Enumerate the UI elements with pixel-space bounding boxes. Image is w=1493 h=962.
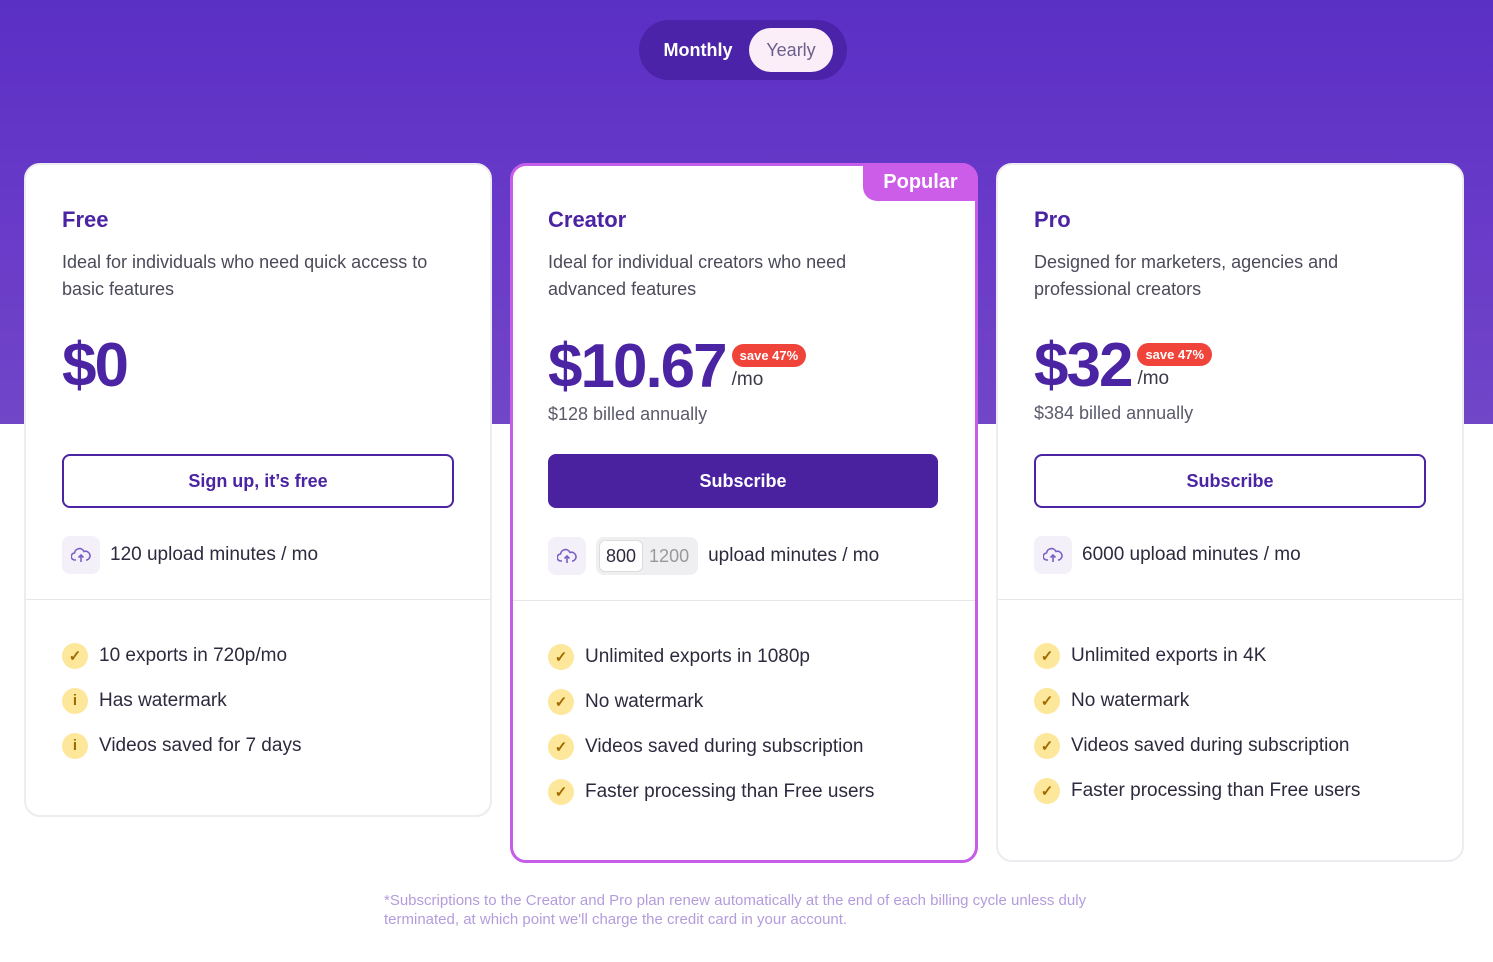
- cloud-upload-icon: [548, 537, 586, 575]
- check-icon: ✓: [548, 688, 574, 715]
- toggle-yearly[interactable]: Yearly: [749, 28, 833, 72]
- feature-list: ✓ Unlimited exports in 1080p ✓ No waterm…: [548, 634, 874, 814]
- popular-badge: Popular: [863, 163, 978, 201]
- upload-minutes-text: 120 upload minutes / mo: [110, 544, 319, 565]
- feature-text: Has watermark: [99, 689, 227, 711]
- feature-text: 10 exports in 720p/mo: [99, 644, 288, 666]
- feature-list: ✓ Unlimited exports in 4K ✓ No watermark…: [1034, 633, 1360, 813]
- price-row: $0: [62, 331, 129, 400]
- feature-item: i Has watermark: [62, 678, 301, 723]
- billing-period-toggle[interactable]: Monthly Yearly: [639, 20, 847, 80]
- toggle-monthly[interactable]: Monthly: [647, 28, 749, 72]
- check-icon: ✓: [548, 643, 574, 670]
- plan-price: $0: [62, 331, 129, 400]
- check-icon: ✓: [1034, 777, 1060, 804]
- check-icon: ✓: [548, 733, 574, 760]
- feature-item: ✓ Unlimited exports in 4K: [1034, 633, 1360, 678]
- feature-item: ✓ Faster processing than Free users: [548, 769, 874, 814]
- feature-item: i Videos saved for 7 days: [62, 723, 301, 768]
- billed-annually: $384 billed annually: [1034, 403, 1194, 423]
- per-period: /mo: [1137, 368, 1170, 389]
- per-period: /mo: [731, 369, 764, 390]
- plan-description: Designed for marketers, agencies and pro…: [1034, 252, 1339, 299]
- feature-item: ✓ No watermark: [1034, 678, 1360, 723]
- upload-minutes-text: upload minutes / mo: [708, 545, 880, 566]
- feature-text: Videos saved during subscription: [1071, 734, 1350, 756]
- price-side: save 47% /mo: [1137, 343, 1213, 390]
- feature-text: Unlimited exports in 1080p: [585, 645, 810, 667]
- divider: [998, 599, 1462, 600]
- plan-card-pro: Pro Designed for marketers, agencies and…: [996, 163, 1464, 862]
- feature-text: Faster processing than Free users: [585, 780, 875, 802]
- signup-button[interactable]: Sign up, it’s free: [62, 454, 454, 508]
- price-row: $32 save 47% /mo: [1034, 331, 1213, 400]
- billed-annually: $128 billed annually: [548, 404, 708, 424]
- plan-name: Creator: [548, 207, 627, 232]
- feature-text: Unlimited exports in 4K: [1071, 644, 1267, 666]
- cloud-upload-icon: [62, 536, 100, 574]
- save-badge: save 47%: [1137, 343, 1213, 366]
- feature-item: ✓ Unlimited exports in 1080p: [548, 634, 874, 679]
- subscribe-button[interactable]: Subscribe: [1034, 454, 1426, 508]
- plan-card-free: Free Ideal for individuals who need quic…: [24, 163, 492, 817]
- plan-name: Pro: [1034, 207, 1071, 232]
- plan-price: $32: [1034, 331, 1133, 400]
- info-icon: i: [62, 687, 88, 714]
- plan-description: Ideal for individuals who need quick acc…: [62, 252, 428, 299]
- divider: [26, 599, 490, 600]
- feature-item: ✓ No watermark: [548, 679, 874, 724]
- cloud-upload-icon: [1034, 536, 1072, 574]
- minutes-option-1200[interactable]: 1200: [643, 540, 695, 572]
- upload-minutes-row: 120 upload minutes / mo: [62, 535, 318, 575]
- feature-list: ✓ 10 exports in 720p/mo i Has watermark …: [62, 633, 301, 768]
- check-icon: ✓: [548, 778, 574, 805]
- divider: [513, 600, 975, 601]
- plan-price: $10.67: [548, 332, 728, 401]
- check-icon: ✓: [1034, 732, 1060, 759]
- price-side: save 47% /mo: [731, 344, 807, 391]
- upload-minutes-row: 800 1200 upload minutes / mo: [548, 536, 879, 576]
- subscription-footnote: *Subscriptions to the Creator and Pro pl…: [384, 892, 1087, 928]
- upload-minutes-row: 6000 upload minutes / mo: [1034, 535, 1301, 575]
- minutes-selector[interactable]: 800 1200: [596, 537, 699, 575]
- plan-card-creator: Popular Creator Ideal for individual cre…: [510, 163, 978, 863]
- feature-text: Faster processing than Free users: [1071, 779, 1361, 801]
- feature-text: Videos saved during subscription: [585, 735, 864, 757]
- check-icon: ✓: [1034, 642, 1060, 669]
- feature-text: Videos saved for 7 days: [99, 734, 302, 756]
- feature-item: ✓ Faster processing than Free users: [1034, 768, 1360, 813]
- feature-item: ✓ Videos saved during subscription: [1034, 723, 1360, 768]
- check-icon: ✓: [1034, 687, 1060, 714]
- check-icon: ✓: [62, 642, 88, 669]
- price-row: $10.67 save 47% /mo: [548, 332, 807, 401]
- feature-item: ✓ Videos saved during subscription: [548, 724, 874, 769]
- feature-text: No watermark: [585, 690, 704, 712]
- plan-description: Ideal for individual creators who need a…: [548, 252, 847, 299]
- minutes-option-800[interactable]: 800: [599, 540, 644, 572]
- upload-minutes-text: 6000 upload minutes / mo: [1082, 544, 1301, 565]
- feature-text: No watermark: [1071, 689, 1190, 711]
- plan-name: Free: [62, 207, 109, 232]
- info-icon: i: [62, 732, 88, 759]
- save-badge: save 47%: [731, 344, 807, 367]
- subscribe-button[interactable]: Subscribe: [548, 454, 938, 508]
- feature-item: ✓ 10 exports in 720p/mo: [62, 633, 301, 678]
